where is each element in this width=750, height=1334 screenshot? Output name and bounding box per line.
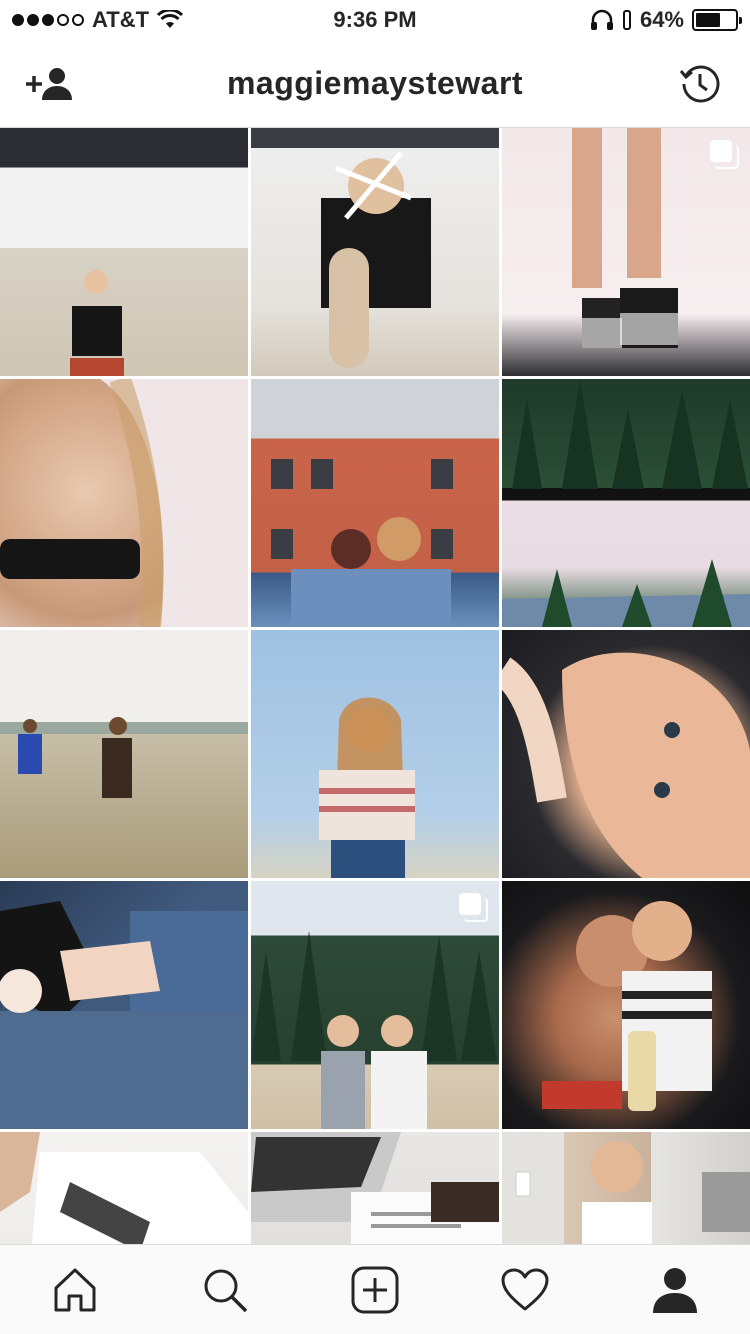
photo-tile[interactable] [502, 630, 750, 878]
tab-profile[interactable] [635, 1250, 715, 1330]
multiple-photos-icon [459, 893, 488, 922]
photo-tile[interactable] [502, 128, 750, 376]
add-post-icon [351, 1266, 399, 1313]
photo-tile[interactable] [0, 128, 248, 376]
photo-thumbnail [271, 459, 453, 627]
photo-tile[interactable] [251, 1132, 499, 1244]
history-icon [679, 65, 720, 103]
photo-tile[interactable] [502, 379, 750, 627]
photo-tile[interactable] [251, 630, 499, 878]
photo-thumbnail [0, 379, 248, 627]
photo-tile[interactable] [0, 881, 248, 1129]
status-left: AT&T [12, 7, 184, 33]
photo-thumbnail [0, 168, 248, 376]
photo-thumbnail [502, 379, 750, 627]
heart-icon [501, 1268, 549, 1310]
photo-tile[interactable] [251, 881, 499, 1129]
profile-icon [653, 1267, 697, 1313]
photo-tile[interactable] [251, 379, 499, 627]
search-icon [204, 1269, 248, 1312]
status-bar: AT&T 9:36 PM 64% [0, 0, 750, 40]
photo-thumbnail [319, 697, 415, 878]
photo-thumbnail [515, 1141, 750, 1244]
carrier-label: AT&T [92, 7, 150, 32]
add-person-icon [26, 68, 72, 100]
photo-thumbnail [0, 901, 248, 1129]
add-person-button[interactable] [22, 58, 78, 110]
photo-thumbnail [321, 151, 431, 368]
tab-search[interactable] [185, 1250, 265, 1330]
profile-username: maggiemaystewart [226, 65, 524, 101]
photo-thumbnail [502, 652, 750, 878]
bottom-tab-bar [0, 1244, 750, 1334]
signal-strength-icon [12, 14, 84, 26]
photo-thumbnail [0, 1132, 248, 1244]
photo-tile[interactable] [0, 1132, 248, 1244]
photo-tile[interactable] [502, 881, 750, 1129]
wifi-icon [157, 10, 184, 28]
photo-tile[interactable] [0, 379, 248, 627]
photo-tile[interactable] [0, 630, 248, 878]
status-right: 64% [590, 7, 742, 33]
history-button[interactable] [672, 58, 728, 110]
battery-percent: 64% [639, 7, 684, 32]
multiple-photos-icon [710, 140, 739, 169]
photo-thumbnail [542, 901, 712, 1111]
photo-thumbnail [251, 1132, 499, 1244]
profile-header: maggiemaystewart [0, 40, 750, 128]
rotation-lock-icon [622, 10, 631, 30]
tab-home[interactable] [35, 1250, 115, 1330]
tab-add-post[interactable] [335, 1250, 415, 1330]
home-icon [54, 1268, 96, 1311]
photo-tile[interactable] [502, 1132, 750, 1244]
photo-thumbnail [0, 717, 248, 798]
battery-icon [692, 9, 742, 31]
tab-activity[interactable] [485, 1250, 565, 1330]
headphones-icon [590, 9, 613, 30]
photo-grid [0, 128, 750, 1244]
photo-tile[interactable] [251, 128, 499, 376]
